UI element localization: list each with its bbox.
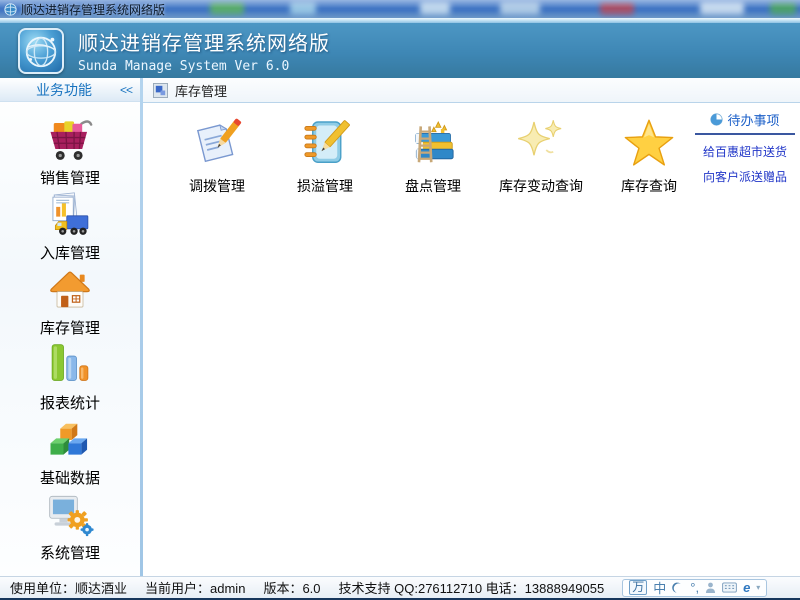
globe-icon (4, 3, 17, 16)
keyboard-icon[interactable] (722, 582, 737, 593)
module-profit-loss[interactable]: 损溢管理 (273, 115, 377, 196)
ime-language-toggle[interactable]: 中 (653, 578, 666, 597)
module-stocktake[interactable]: 盘点管理 (381, 115, 485, 196)
sidebar-item-label: 系统管理 (40, 542, 100, 563)
status-support: 技术支持 QQ:276112710 电话：13888949055 (339, 578, 605, 597)
sidebar-items: 销售管理 (0, 102, 140, 576)
todo-header: 待办事项 (695, 110, 795, 135)
documents-truck-icon (43, 189, 97, 241)
sidebar-item-basedata[interactable]: 基础数据 (0, 414, 140, 489)
app-title: 顺达进销存管理系统网络版 (78, 27, 330, 56)
window-grid-icon (153, 83, 168, 98)
status-version: 版本：6.0 (263, 578, 320, 597)
window-titlebar[interactable]: 顺达进销存管理系统网络版 (0, 0, 800, 18)
sidebar-item-inbound[interactable]: 入库管理 (0, 189, 140, 264)
sidebar-item-label: 报表统计 (40, 392, 100, 413)
content-area: 库存管理 (143, 78, 800, 576)
chevron-down-icon[interactable]: ▾ (756, 583, 760, 592)
module-label: 盘点管理 (405, 176, 461, 196)
house-icon (43, 264, 97, 316)
books-ladder-icon (405, 115, 461, 171)
sidebar-item-label: 基础数据 (40, 467, 100, 488)
module-label: 库存变动查询 (499, 176, 583, 196)
sidebar-item-label: 库存管理 (40, 317, 100, 338)
todo-title: 待办事项 (727, 110, 779, 129)
sidebar-item-system[interactable]: 系统管理 (0, 489, 140, 564)
module-label: 损溢管理 (297, 176, 353, 196)
ime-logo-button[interactable]: 万 (629, 580, 647, 595)
status-company: 使用单位：顺达酒业 (10, 578, 127, 597)
ime-punctuation-toggle[interactable]: °, (690, 580, 699, 595)
tab-bar: 库存管理 (143, 78, 800, 103)
sidebar-title: 业务功能 (8, 80, 120, 100)
todo-panel: 待办事项 给百惠超市送货 向客户派送赠品 (695, 110, 795, 185)
notebook-pencil-icon (297, 115, 353, 171)
document-pencil-icon (189, 115, 245, 171)
sidebar-header: 业务功能 << (0, 78, 140, 102)
header-titles: 顺达进销存管理系统网络版 Sunda Manage System Ver 6.0 (78, 27, 330, 74)
app-header: 顺达进销存管理系统网络版 Sunda Manage System Ver 6.0 (0, 23, 800, 78)
content-body: 调拨管理 (143, 103, 800, 576)
ime-toolbar: 万 中 °, e ▾ (622, 579, 767, 597)
tab-inventory-management[interactable]: 库存管理 (175, 81, 227, 100)
module-stock-query[interactable]: 库存查询 (597, 115, 701, 196)
sidebar-item-label: 销售管理 (40, 167, 100, 188)
cubes-icon (43, 414, 97, 466)
window-title: 顺达进销存管理系统网络版 (21, 1, 165, 18)
pie-sphere-icon (710, 113, 723, 126)
main-row: 业务功能 << 销售管理 (0, 78, 800, 576)
globe-network-icon (22, 32, 60, 70)
module-label: 库存查询 (621, 176, 677, 196)
sidebar-item-label: 入库管理 (40, 242, 100, 263)
shopping-cart-icon (43, 114, 97, 166)
app-logo (18, 28, 64, 74)
module-label: 调拨管理 (189, 176, 245, 196)
monitor-gears-icon (43, 489, 97, 541)
app-subtitle: Sunda Manage System Ver 6.0 (78, 59, 330, 74)
todo-link-gifts[interactable]: 向客户派送赠品 (695, 168, 795, 185)
app-window: 顺达进销存管理系统网络版 顺达进销存管理系统网络版 Sunda Manage S… (0, 0, 800, 600)
module-transfer[interactable]: 调拨管理 (165, 115, 269, 196)
sidebar-collapse-button[interactable]: << (120, 83, 132, 97)
status-user: 当前用户：admin (145, 578, 245, 597)
sparkle-stars-icon (513, 115, 569, 171)
person-icon[interactable] (705, 582, 716, 594)
sidebar-item-reports[interactable]: 报表统计 (0, 339, 140, 414)
todo-link-delivery[interactable]: 给百惠超市送货 (695, 143, 795, 160)
sidebar-item-sales[interactable]: 销售管理 (0, 114, 140, 189)
sidebar-item-inventory[interactable]: 库存管理 (0, 264, 140, 339)
status-bar: 使用单位：顺达酒业 当前用户：admin 版本：6.0 技术支持 QQ:2761… (0, 576, 800, 598)
crescent-moon-icon[interactable] (672, 582, 684, 594)
module-stock-change-query[interactable]: 库存变动查询 (489, 115, 593, 196)
ime-settings-icon[interactable]: e (743, 580, 750, 595)
gold-star-icon (621, 115, 677, 171)
sidebar: 业务功能 << 销售管理 (0, 78, 140, 576)
bar-chart-icon (43, 339, 97, 391)
